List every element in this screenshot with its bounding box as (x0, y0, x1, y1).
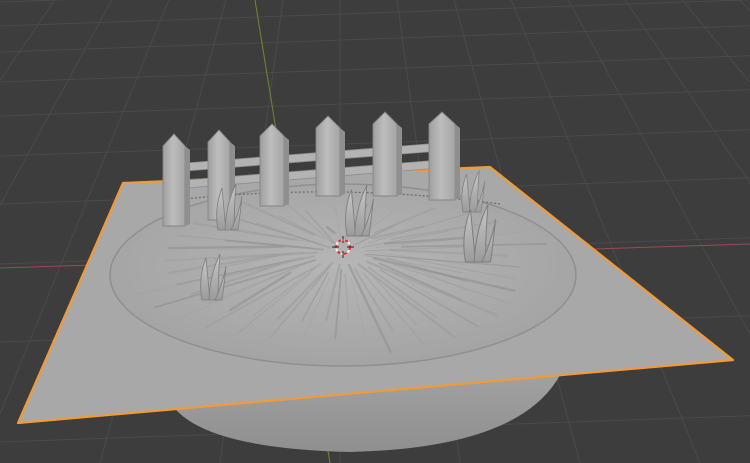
3d-viewport[interactable] (0, 0, 750, 463)
grid-line (624, 0, 750, 185)
viewport-canvas[interactable] (0, 0, 750, 463)
grid-line (0, 25, 750, 53)
fence-plank-side (340, 128, 345, 196)
fence-plank-side (284, 136, 289, 206)
grid-line (0, 0, 72, 3)
grid-line (738, 0, 750, 12)
fence-plank-side (397, 124, 402, 196)
fence-plank-side (185, 146, 190, 226)
grid-line (0, 89, 750, 117)
grid-line (681, 0, 750, 84)
grid-line (0, 55, 750, 83)
fence-plank (162, 133, 186, 227)
grid-line (0, 0, 750, 27)
fence-plank (315, 115, 341, 197)
grid-line (743, 0, 750, 463)
fence-plank (259, 123, 285, 207)
fence-plank-side (455, 124, 460, 200)
fence-plank (372, 111, 398, 197)
fence-plank (428, 111, 456, 201)
